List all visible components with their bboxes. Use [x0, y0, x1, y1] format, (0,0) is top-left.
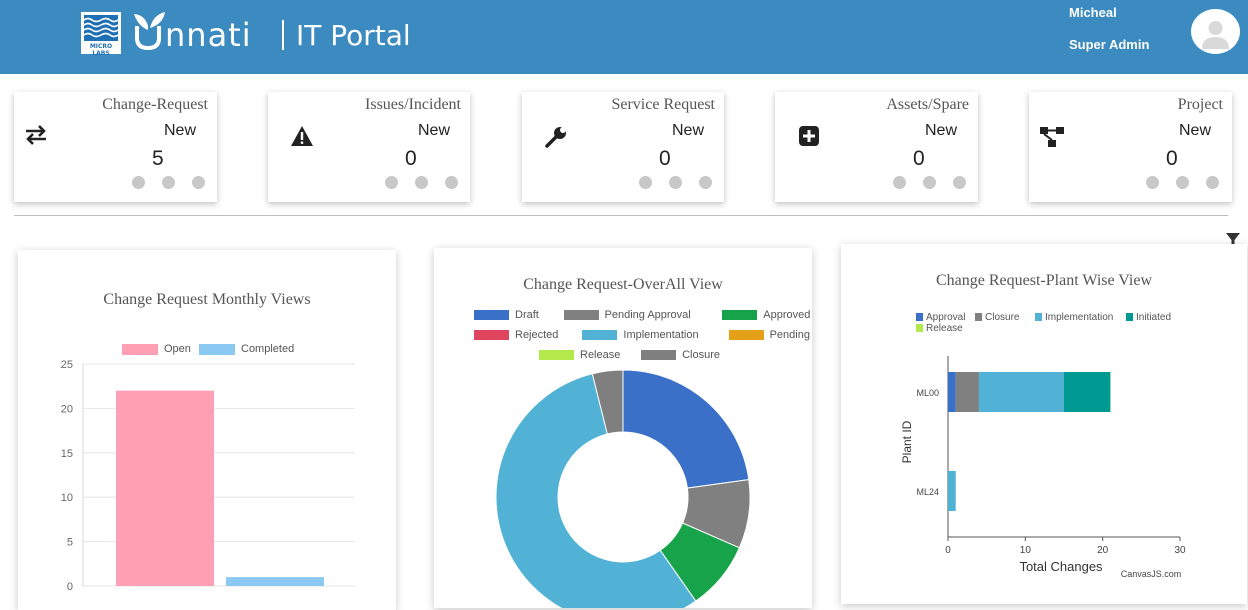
card-issues-incident[interactable]: Issues/Incident New 0: [268, 92, 470, 202]
top-header: MICRO LABS nnati IT Portal Micheal Super…: [0, 0, 1248, 74]
monthly-bar-chart: 0 5 10 15 20 25: [61, 359, 355, 593]
plus-square-icon: [798, 125, 822, 149]
card-count: 0: [1166, 147, 1178, 170]
portal-label: IT Portal: [296, 19, 411, 52]
card-title: Project: [1177, 96, 1223, 113]
y-tick-label: ML00: [916, 388, 939, 398]
bar-segment-approval[interactable]: [948, 372, 956, 412]
wrench-icon: [544, 125, 568, 149]
chart-credit[interactable]: CanvasJS.com: [1121, 569, 1182, 579]
x-axis-label: Total Changes: [1019, 559, 1103, 574]
y-tick-label: 10: [61, 492, 73, 504]
card-status: New: [1179, 122, 1212, 139]
slice-draft[interactable]: [622, 369, 750, 489]
bar-segment-initiated[interactable]: [1064, 372, 1111, 412]
y-tick-label: 5: [67, 537, 73, 549]
card-status: New: [164, 122, 197, 139]
x-tick-label: 20: [1097, 545, 1109, 556]
section-divider: [14, 215, 1228, 216]
brand-separator: [282, 20, 284, 50]
warning-icon: [290, 124, 314, 148]
card-assets-spare[interactable]: Assets/Spare New 0: [775, 92, 978, 202]
y-axis-label: Plant ID: [900, 420, 914, 463]
card-change-request[interactable]: Change-Request New 5: [14, 92, 217, 202]
y-tick-label: 20: [61, 403, 73, 415]
card-status: New: [925, 122, 958, 139]
user-avatar-icon: [1202, 21, 1229, 49]
hierarchy-icon: [1039, 125, 1064, 149]
plant-wise-bar-chart: 0 10 20 30 ML00 ML24 Total Changes Plant ID C…: [900, 356, 1186, 579]
card-status: New: [418, 122, 451, 139]
brand-name: nnati: [165, 16, 252, 54]
card-title: Assets/Spare: [886, 96, 969, 113]
card-project[interactable]: Project New 0: [1029, 92, 1232, 202]
card-title: Change-Request: [102, 96, 208, 113]
bar-open[interactable]: [116, 390, 214, 586]
card-count: 0: [659, 147, 671, 170]
card-count: 5: [152, 147, 164, 170]
bar-completed[interactable]: [226, 577, 324, 586]
bar-segment-implementation[interactable]: [978, 372, 1064, 412]
y-tick-label: ML24: [916, 487, 939, 497]
card-title: Issues/Incident: [365, 96, 461, 113]
bar-segment-closure[interactable]: [955, 372, 979, 412]
card-count: 0: [405, 147, 417, 170]
user-role: Super Admin: [1069, 37, 1150, 52]
y-tick-label: 25: [61, 359, 73, 371]
swap-arrows-icon: [24, 123, 48, 147]
sprout-icon: [131, 10, 167, 55]
bar-segment-implementation[interactable]: [948, 471, 956, 511]
card-service-request[interactable]: Service Request New 0: [522, 92, 724, 202]
x-tick-label: 0: [945, 545, 951, 556]
micro-labs-logo: MICRO LABS: [81, 12, 121, 57]
plant-wise-panel: Change Request-Plant Wise View Approval C…: [841, 244, 1247, 604]
card-count: 0: [913, 147, 925, 170]
card-title: Service Request: [611, 96, 715, 113]
user-name[interactable]: Micheal: [1069, 5, 1117, 20]
avatar[interactable]: [1191, 9, 1240, 54]
overall-view-panel: Change Request-OverAll View Draft Pending…: [434, 248, 812, 608]
monthly-views-panel: Change Request Monthly Views Open Comple…: [18, 250, 396, 610]
x-tick-label: 30: [1174, 545, 1186, 556]
logo-text: MICRO LABS: [89, 43, 113, 57]
x-tick-label: 10: [1020, 545, 1032, 556]
y-tick-label: 15: [61, 448, 73, 460]
overall-donut-chart: [495, 369, 751, 608]
card-status: New: [672, 122, 705, 139]
y-tick-label: 0: [67, 581, 73, 593]
wave-icon: [84, 15, 118, 41]
